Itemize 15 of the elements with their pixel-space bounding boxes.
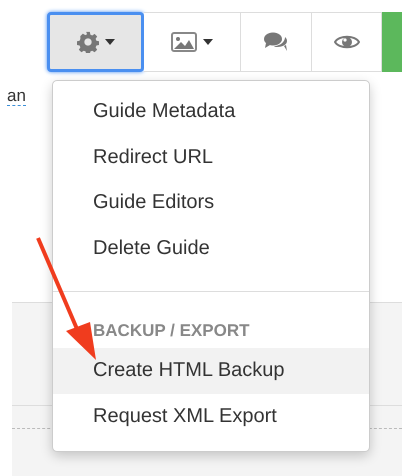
- toolbar-button[interactable]: [47, 12, 144, 72]
- menu-item[interactable]: Request XML Export: [53, 394, 369, 439]
- chat-icon: [263, 31, 290, 53]
- menu-item[interactable]: Delete Guide: [53, 226, 369, 271]
- menu-item[interactable]: Redirect URL: [53, 134, 369, 180]
- caret-icon: [104, 39, 115, 45]
- eye-icon: [334, 33, 360, 51]
- image-icon: [171, 32, 198, 52]
- page-text: an: [7, 86, 26, 106]
- menu-item[interactable]: Guide Editors: [53, 180, 369, 226]
- menu-section-header: BACKUP / EXPORT: [92, 320, 250, 342]
- gear-icon: [76, 31, 99, 53]
- caret-icon: [203, 39, 214, 45]
- menu-item[interactable]: Guide Metadata: [53, 89, 369, 134]
- menu-item[interactable]: Create HTML Backup: [53, 348, 369, 394]
